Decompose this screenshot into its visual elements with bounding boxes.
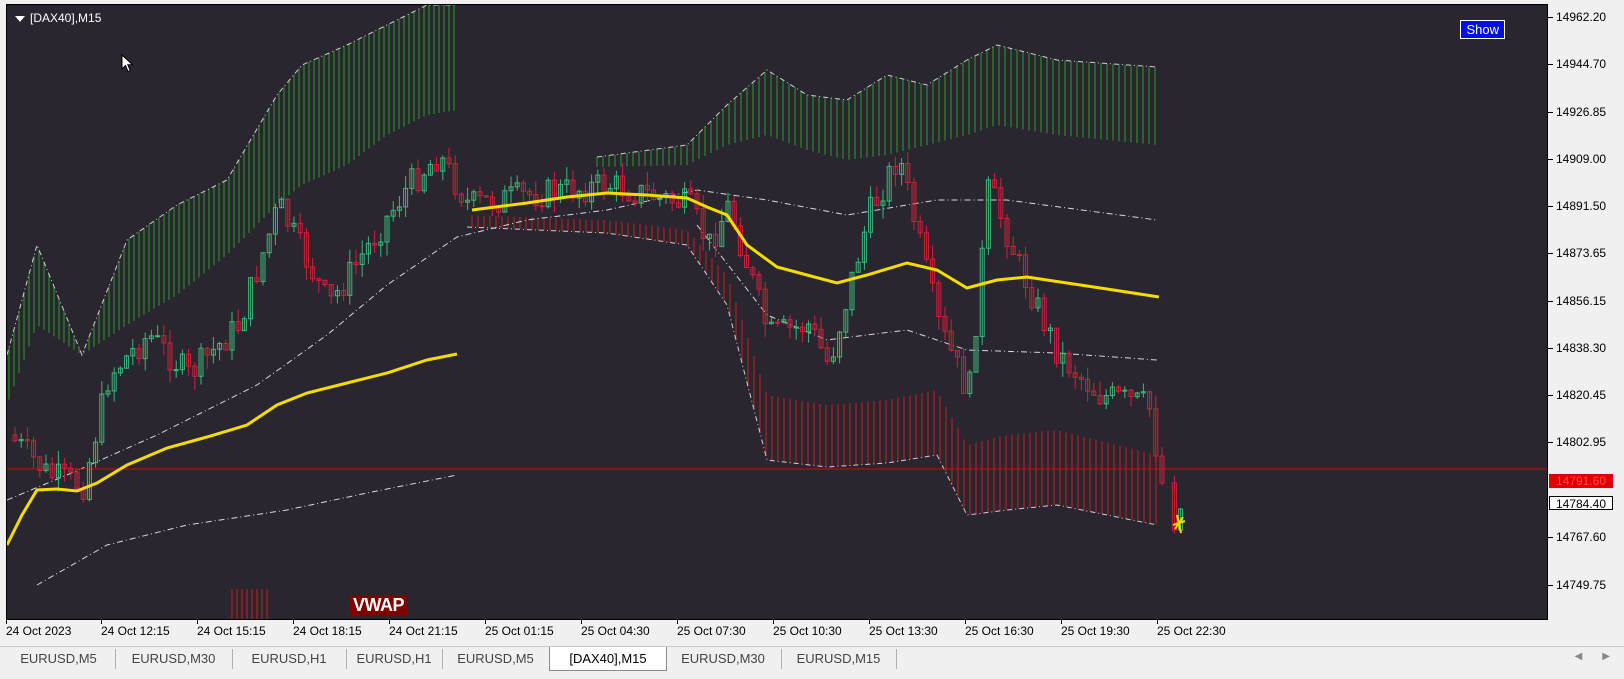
bear-candle-body	[539, 205, 545, 208]
bid-price-marker: 14784.40	[1549, 496, 1613, 511]
show-button[interactable]: Show	[1460, 20, 1505, 39]
vwap-indicator-label: VWAP	[350, 595, 408, 616]
tab-eurusd-h1[interactable]: EURUSD,H1	[232, 649, 347, 669]
price-tick-label: 14909.00	[1556, 152, 1607, 166]
time-tick-label: 25 Oct 04:30	[581, 624, 650, 638]
tab-eurusd-m15[interactable]: EURUSD,M15	[781, 649, 897, 669]
tab-eurusd-h1[interactable]: EURUSD,H1	[346, 649, 443, 669]
middle-band-line	[36, 474, 458, 586]
price-tick-label: 14891.50	[1556, 199, 1607, 213]
mouse-pointer-icon	[121, 54, 134, 73]
time-tick-label: 25 Oct 01:15	[485, 624, 554, 638]
vwap-line	[7, 352, 458, 546]
time-tick-label: 25 Oct 19:30	[1061, 624, 1130, 638]
time-tick-label: 24 Oct 18:15	[293, 624, 362, 638]
price-tick-label: 14944.70	[1556, 57, 1607, 71]
symbol-text: [DAX40],M15	[30, 11, 102, 25]
current-price-marker: 14791.60	[1549, 474, 1613, 488]
price-tick-label: 14873.65	[1556, 246, 1607, 260]
price-chart	[7, 5, 1547, 619]
chart-plot-area[interactable]: [DAX40],M15 Show VWAP	[6, 4, 1548, 620]
time-tick-label: 24 Oct 2023	[6, 624, 72, 638]
time-tick-label: 25 Oct 22:30	[1157, 624, 1226, 638]
time-tick-label: 24 Oct 12:15	[101, 624, 170, 638]
price-tick-label: 14749.75	[1556, 578, 1607, 592]
price-tick-label: 14802.95	[1556, 435, 1607, 449]
time-tick-label: 24 Oct 21:15	[389, 624, 458, 638]
tab-scroll-controls: ◀ ▶	[1555, 651, 1610, 662]
time-axis[interactable]: 24 Oct 2023 24 Oct 12:15 24 Oct 15:15 24 Oc…	[0, 620, 1548, 642]
chevron-left-icon[interactable]: ◀	[1575, 651, 1583, 662]
tab-eurusd-m30[interactable]: EURUSD,M30	[665, 649, 782, 669]
tab-eurusd-m5[interactable]: EURUSD,M5	[2, 649, 116, 669]
tab-dax40-m15[interactable]: [DAX40],M15	[549, 647, 667, 671]
time-tick-label: 25 Oct 16:30	[965, 624, 1034, 638]
bull-candle-body	[155, 335, 161, 338]
price-tick-label: 14926.85	[1556, 105, 1607, 119]
chart-symbol-label[interactable]: [DAX40],M15	[15, 11, 101, 25]
time-tick-label: 25 Oct 10:30	[773, 624, 842, 638]
tab-eurusd-m5[interactable]: EURUSD,M5	[442, 649, 550, 669]
price-axis[interactable]: 14962.20 14944.70 14926.85 14909.00 14891.50…	[1548, 4, 1624, 620]
price-tick-label: 14838.30	[1556, 341, 1607, 355]
chart-window[interactable]: [DAX40],M15 Show VWAP 14962.20 14944.70 14…	[0, 0, 1624, 646]
chevron-right-icon[interactable]: ▶	[1602, 651, 1610, 662]
upper-band-line	[596, 44, 1158, 158]
tab-eurusd-m30[interactable]: EURUSD,M30	[115, 649, 233, 669]
price-tick-label: 14856.15	[1556, 294, 1607, 308]
price-tick-label: 14767.60	[1556, 530, 1607, 544]
price-tick-label: 14820.45	[1556, 388, 1607, 402]
middle-band-line	[696, 224, 1158, 361]
time-tick-label: 25 Oct 13:30	[869, 624, 938, 638]
price-tick-label: 14962.20	[1556, 10, 1607, 24]
bull-candle-body	[793, 326, 799, 329]
bull-candle-body	[173, 369, 179, 372]
bear-candle-body	[775, 321, 781, 324]
bear-candle-body	[1016, 254, 1022, 257]
time-tick-label: 24 Oct 15:15	[197, 624, 266, 638]
chart-tab-bar: ◀ ▶ EURUSD,M5 EURUSD,M30 EURUSD,H1 EURUSD,H1…	[0, 646, 1624, 671]
time-tick-label: 25 Oct 07:30	[677, 624, 746, 638]
triangle-down-icon[interactable]	[15, 15, 25, 22]
